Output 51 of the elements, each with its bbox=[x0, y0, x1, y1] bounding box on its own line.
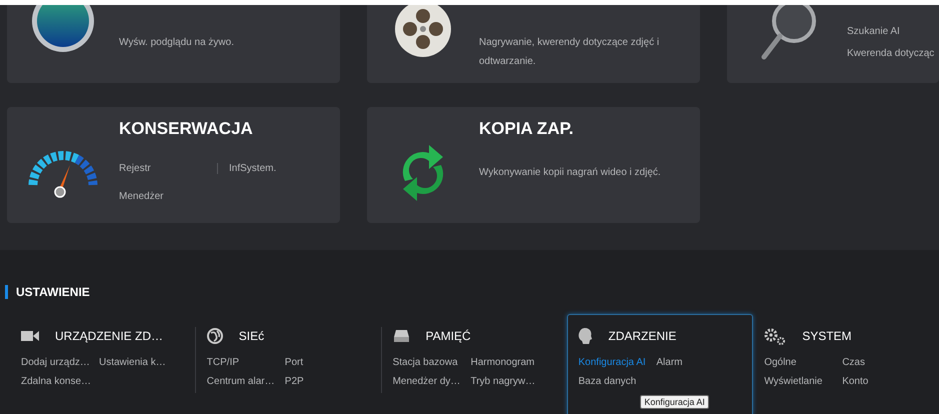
tile-description: Wyśw. podglądu na żywo. bbox=[119, 36, 235, 50]
settings-link[interactable]: Wyświetlanie bbox=[764, 376, 836, 387]
settings-link[interactable]: TCP/IP bbox=[206, 357, 279, 368]
tile-link[interactable]: Menedżer bbox=[119, 191, 164, 202]
tile-card[interactable]: KONSERWACJA Rejestr InfSystem. Menedżer bbox=[7, 107, 340, 223]
category-title: ZDARZENIE bbox=[608, 329, 676, 343]
tile-card[interactable]: Wyśw. podglądu na żywo. bbox=[7, 5, 340, 83]
tile-title: KONSERWACJA bbox=[119, 119, 254, 139]
settings-link[interactable]: Konfiguracja AI bbox=[578, 357, 650, 368]
settings-link[interactable]: Konto bbox=[842, 376, 914, 387]
category-title: SYSTEM bbox=[802, 329, 852, 343]
video-camera-icon bbox=[21, 330, 39, 342]
settings-link[interactable]: Port bbox=[284, 357, 357, 368]
hard-drive-icon bbox=[392, 329, 410, 343]
settings-link[interactable]: Dodaj urządz… bbox=[21, 357, 93, 368]
settings-link[interactable]: Menedżer dy… bbox=[392, 376, 465, 387]
settings-category[interactable]: PAMIĘĆ Stacja bazowa Harmonogram Menedżer dy… Tryb nagryw… bbox=[382, 314, 568, 414]
settings-link[interactable]: Zdalna konse… bbox=[21, 376, 93, 387]
tile-card[interactable]: Nagrywanie, kwerendy dotyczące zdjęć i odtwarzanie. bbox=[367, 5, 700, 83]
tile-link[interactable]: Szukanie AI bbox=[847, 26, 939, 37]
tile-link[interactable]: Kwerenda dotycząc bbox=[847, 48, 939, 59]
settings-icon bbox=[764, 328, 786, 344]
tooltip: Konfiguracja AI bbox=[640, 395, 709, 409]
head-icon bbox=[578, 328, 592, 344]
tile-description: Wykonywanie kopii nagrań wideo i zdjęć. bbox=[479, 166, 662, 180]
settings-category[interactable]: SIEć TCP/IP Port Centrum alar… P2P bbox=[196, 314, 382, 414]
settings-link[interactable]: P2P bbox=[284, 376, 357, 387]
settings-link[interactable]: Ustawienia k… bbox=[99, 357, 171, 368]
globe-icon bbox=[29, 5, 97, 53]
section-title: USTAWIENIE bbox=[5, 285, 90, 299]
tile-link[interactable]: Rejestr bbox=[119, 163, 151, 174]
settings-category[interactable]: ZDARZENIE Konfiguracja AI Alarm Baza danych Konfiguracja AI bbox=[567, 314, 754, 414]
category-title: PAMIĘĆ bbox=[426, 329, 471, 343]
settings-link[interactable]: Baza danych bbox=[578, 376, 650, 387]
settings-category[interactable]: URZĄDZENIE ZD… Dodaj urządz… Ustawienia k… Zdalna konse… bbox=[10, 314, 196, 414]
category-title: SIEć bbox=[238, 329, 264, 343]
tile-description: Nagrywanie, kwerendy dotyczące zdjęć i odtwarzanie. bbox=[479, 36, 660, 69]
settings-link[interactable]: Tryb nagryw… bbox=[470, 376, 543, 387]
settings-link[interactable]: Centrum alar… bbox=[206, 376, 279, 387]
tile-link[interactable]: InfSystem. bbox=[217, 163, 276, 174]
tile-title: KOPIA ZAP. bbox=[479, 119, 574, 139]
category-title: URZĄDZENIE ZD… bbox=[55, 329, 163, 343]
settings-link[interactable]: Ogólne bbox=[764, 357, 836, 368]
settings-link[interactable]: Czas bbox=[842, 357, 914, 368]
globe-icon bbox=[206, 328, 223, 344]
settings-link[interactable]: Stacja bazowa bbox=[392, 357, 465, 368]
tile-card[interactable]: KOPIA ZAP. Wykonywanie kopii nagrań wideo i zdjęć. bbox=[367, 107, 700, 223]
settings-link[interactable]: Harmonogram bbox=[470, 357, 543, 368]
tile-card[interactable]: Szukanie AI Kwerenda dotycząc bbox=[727, 5, 939, 83]
settings-category[interactable]: SYSTEM Ogólne Czas Wyświetlanie Konto bbox=[753, 314, 939, 414]
settings-link[interactable]: Alarm bbox=[656, 357, 728, 368]
